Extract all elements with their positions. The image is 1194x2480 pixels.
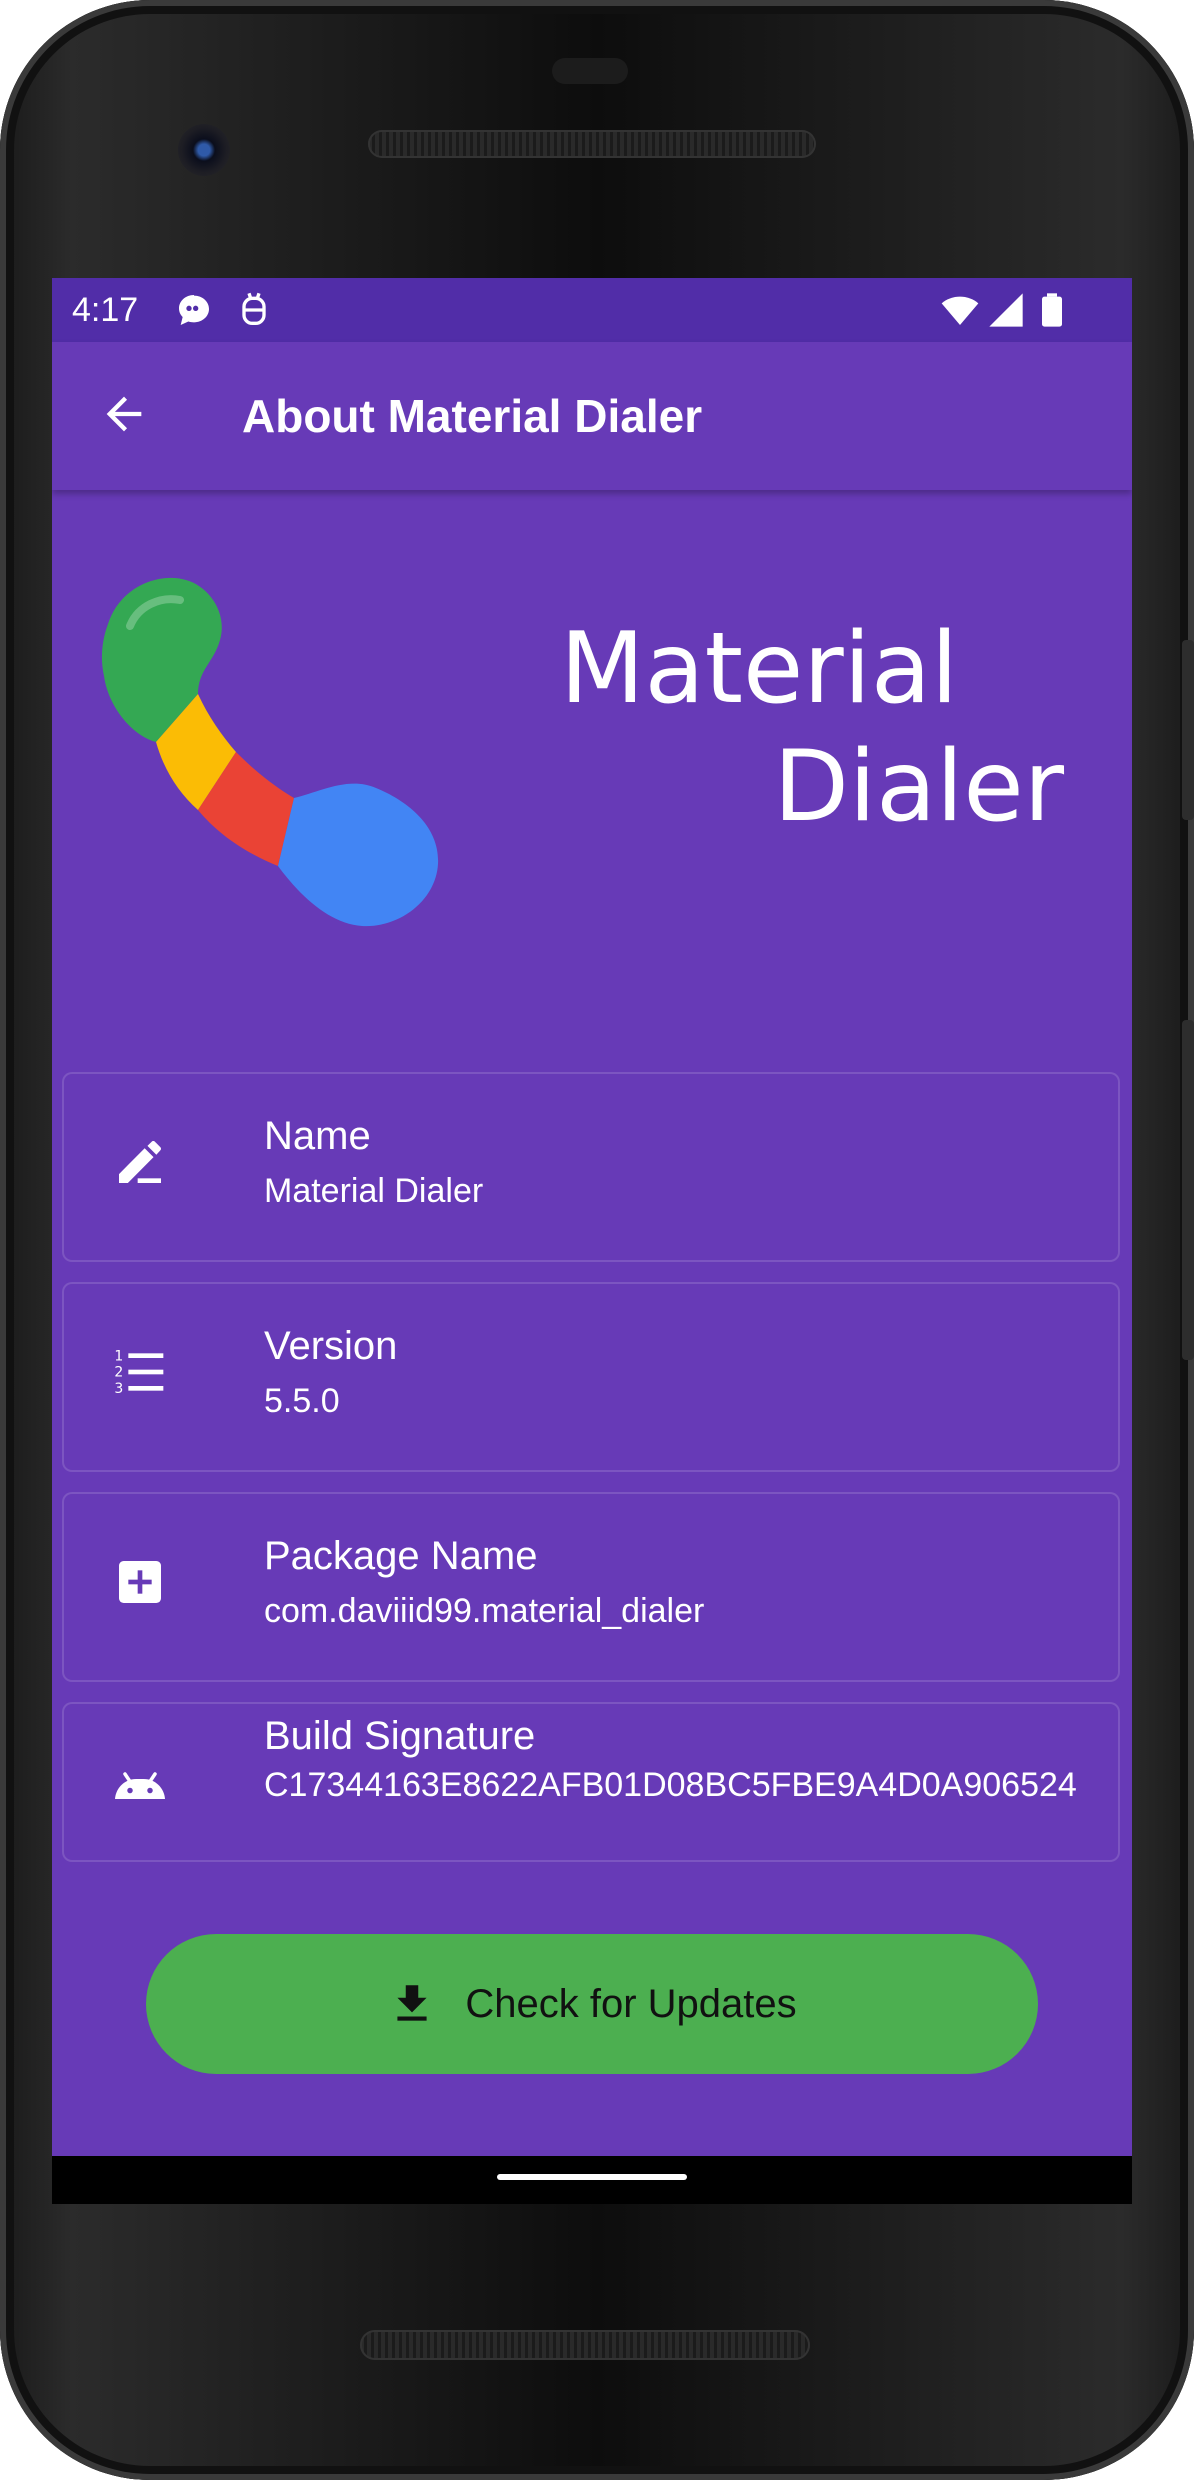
- svg-text:2: 2: [114, 1365, 123, 1381]
- power-button: [1182, 640, 1194, 820]
- info-card-package[interactable]: Package Name com.daviiid99.material_dial…: [62, 1492, 1120, 1682]
- volume-button: [1182, 1020, 1194, 1360]
- hero-title-line1: Material: [560, 612, 959, 726]
- bottom-speaker-grille: [360, 2330, 810, 2360]
- info-label: Build Signature: [264, 1714, 536, 1758]
- info-value: Material Dialer: [264, 1172, 484, 1210]
- home-gesture-handle[interactable]: [497, 2174, 687, 2180]
- chat-bubble-icon: [174, 290, 214, 330]
- front-camera: [178, 124, 230, 176]
- info-card-name[interactable]: Name Material Dialer: [62, 1072, 1120, 1262]
- info-value: 5.5.0: [264, 1382, 340, 1420]
- status-time: 4:17: [72, 291, 139, 329]
- info-label: Package Name: [264, 1534, 538, 1578]
- back-button[interactable]: [84, 376, 164, 456]
- status-bar: 4:17: [52, 278, 1132, 342]
- svg-text:3: 3: [114, 1381, 123, 1397]
- screen: 4:17 About Material Dialer Material Dial…: [52, 278, 1132, 2156]
- check-updates-label: Check for Updates: [465, 1981, 797, 2026]
- gesture-nav-bar: [52, 2156, 1132, 2204]
- hero-title: Material Dialer: [452, 610, 1092, 846]
- info-label: Name: [264, 1114, 371, 1158]
- hero-title-line2: Dialer: [773, 730, 1064, 844]
- info-label: Version: [264, 1324, 398, 1368]
- earpiece-slot: [552, 58, 628, 84]
- app-logo: [80, 566, 500, 986]
- arrow-back-icon: [98, 388, 150, 445]
- info-card-version[interactable]: 123 Version 5.5.0: [62, 1282, 1120, 1472]
- signal-icon: [986, 290, 1026, 330]
- page-title: About Material Dialer: [242, 390, 703, 442]
- wifi-icon: [940, 290, 980, 330]
- app-bar: About Material Dialer: [52, 342, 1132, 490]
- download-icon: [387, 1979, 437, 2029]
- numbered-list-icon: 123: [104, 1336, 176, 1408]
- android-icon: [104, 1748, 176, 1820]
- debug-icon: [234, 290, 274, 330]
- pencil-icon: [104, 1126, 176, 1198]
- info-value: com.daviiid99.material_dialer: [264, 1592, 705, 1630]
- battery-icon: [1032, 290, 1072, 330]
- device-frame: 4:17 About Material Dialer Material Dial…: [0, 0, 1194, 2480]
- info-card-signature[interactable]: Build Signature C17344163E8622AFB01D08BC…: [62, 1702, 1120, 1862]
- check-updates-button[interactable]: Check for Updates: [146, 1934, 1038, 2074]
- svg-text:1: 1: [114, 1348, 123, 1364]
- add-box-icon: [104, 1546, 176, 1618]
- top-speaker-grille: [368, 130, 816, 158]
- info-value: C17344163E8622AFB01D08BC5FBE9A4D0A906524: [264, 1766, 1077, 1804]
